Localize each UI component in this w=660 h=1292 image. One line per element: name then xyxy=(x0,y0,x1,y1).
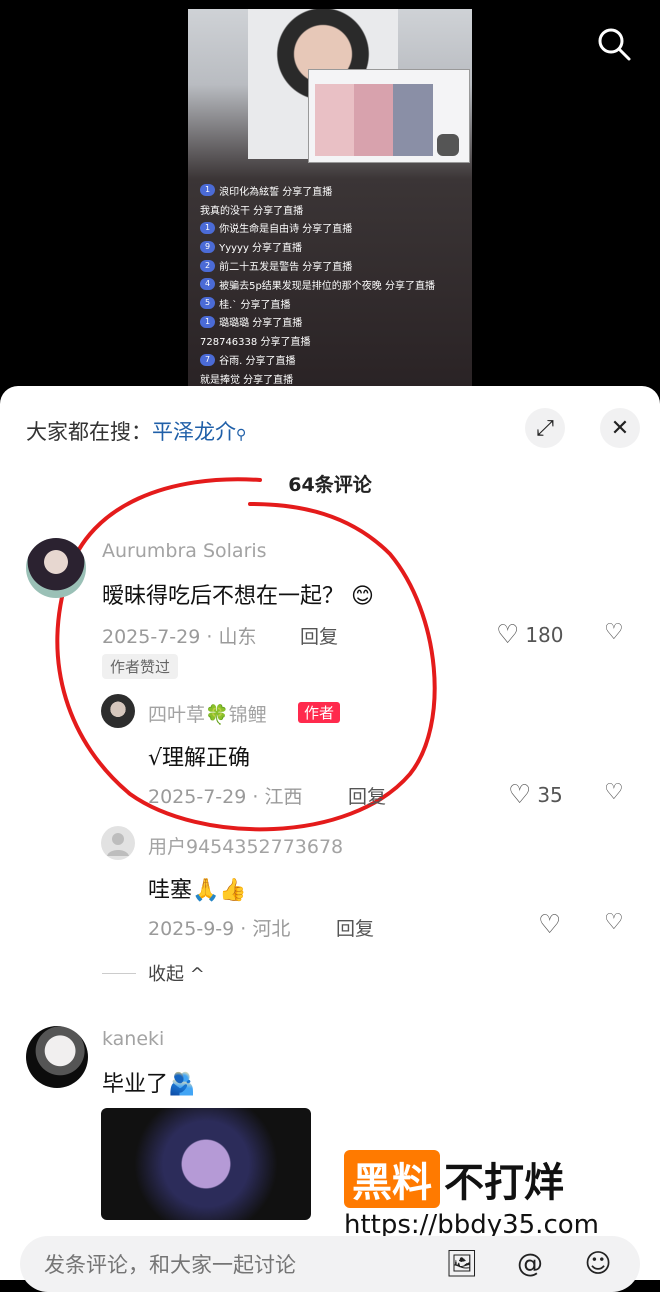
chat-message-text: 你说生命是自由诗 分享了直播 xyxy=(219,224,353,236)
avatar-default[interactable] xyxy=(101,826,135,860)
comment-input-bar[interactable]: 🖼 @ ☺ xyxy=(20,1236,640,1292)
fan-level-badge: 5 xyxy=(200,297,216,310)
dislike-button[interactable]: ♡ xyxy=(604,780,624,805)
chat-message: 4 被骗去5p结果发现是排位的那个夜晚 分享了直播 xyxy=(200,275,470,294)
chat-message-text: 被骗去5p结果发现是排位的那个夜晚 分享了直播 xyxy=(219,280,435,292)
chat-message-text: Yyyyy 分享了直播 xyxy=(219,243,303,255)
like-count: 35 xyxy=(537,783,563,807)
expand-icon: ⤢ xyxy=(536,415,554,441)
screen-share-preview xyxy=(308,69,470,163)
comment-input[interactable] xyxy=(42,1248,426,1282)
reply-date-location: 2025-7-29 · 江西 xyxy=(148,786,303,808)
reply-text: 哇塞🙏👍 xyxy=(148,878,247,903)
chat-message-text: 前二十五发是警告 分享了直播 xyxy=(219,262,353,274)
chat-message-text: 就是捧觉 分享了直播 xyxy=(200,374,294,386)
comment-text: 暧昧得吃后不想在一起？ 😊 xyxy=(102,584,374,609)
collapse-label: 收起 ^ xyxy=(148,964,205,985)
preview-thumbnails xyxy=(315,84,433,156)
watermark: 黑料 不打烊 https://bbdy35.com xyxy=(344,1150,634,1240)
emoji-icon[interactable]: ☺ xyxy=(582,1248,614,1280)
chat-message: 7 谷雨. 分享了直播 xyxy=(200,350,470,369)
live-video-area: 1 浪印化為絃誓 分享了直播 我真的没干 分享了直播 1 你说生命是自由诗 分享了直播 9… xyxy=(0,0,660,400)
reply-text: √理解正确 xyxy=(148,746,251,771)
author-liked-tag: 作者赞过 xyxy=(102,654,179,679)
live-stream-video[interactable]: 1 浪印化為絃誓 分享了直播 我真的没干 分享了直播 1 你说生命是自由诗 分享了直播 9… xyxy=(188,9,472,387)
fan-level-badge: 4 xyxy=(200,278,216,291)
trending-keyword[interactable]: 平泽龙介 xyxy=(152,420,236,444)
close-button[interactable]: ✕ xyxy=(600,408,640,448)
comment-count: 64条评论 xyxy=(288,474,372,496)
user-icon xyxy=(107,833,129,856)
comment-text: 毕业了🫂 xyxy=(102,1072,196,1097)
comment-panel: 大家都在搜：平泽龙介⚲ ⤢ ✕ 64条评论 Aurumbra Solaris 暧… xyxy=(0,386,660,1292)
reply-user-name[interactable]: 用户9454352773678 xyxy=(148,832,343,859)
chat-message: 就是捧觉 分享了直播 xyxy=(200,369,470,387)
image-icon[interactable]: 🖼 xyxy=(446,1248,479,1280)
like-button[interactable]: ♡ xyxy=(538,910,561,940)
reply-button[interactable]: 回复 xyxy=(348,782,386,809)
author-badge: 作者 xyxy=(298,702,341,723)
comment-image[interactable] xyxy=(101,1108,311,1220)
chat-message: 728746338 分享了直播 xyxy=(200,331,470,350)
watermark-dark-text: 不打烊 xyxy=(444,1160,564,1206)
search-small-icon: ⚲ xyxy=(236,427,247,443)
close-icon: ✕ xyxy=(610,415,630,441)
fan-level-badge: 1 xyxy=(200,184,216,197)
fan-level-badge: 2 xyxy=(200,259,216,272)
chat-message-text: 璐璐璐 分享了直播 xyxy=(219,318,303,330)
fan-level-badge: 9 xyxy=(200,240,216,253)
fan-level-badge: 7 xyxy=(200,353,216,366)
chat-message-text: 桂.` 分享了直播 xyxy=(219,299,291,311)
like-button[interactable]: ♡ 180 xyxy=(496,620,564,650)
watermark-orange-text: 黑料 xyxy=(344,1150,440,1208)
avatar-aurumbra[interactable] xyxy=(26,538,86,598)
heart-icon: ♡ xyxy=(496,620,520,650)
heart-icon: ♡ xyxy=(538,910,562,940)
reply-user-name[interactable]: 四叶草🍀锦鲤 xyxy=(148,700,267,727)
dislike-button[interactable]: ♡ xyxy=(604,620,624,645)
chat-message-text: 我真的没干 分享了直播 xyxy=(200,205,304,217)
avatar-sanyecao[interactable] xyxy=(101,694,135,728)
expand-button[interactable]: ⤢ xyxy=(525,408,565,448)
heart-icon: ♡ xyxy=(508,780,532,810)
chat-message: 2 前二十五发是警告 分享了直播 xyxy=(200,256,470,275)
comment-date-location: 2025-7-29 · 山东 xyxy=(102,626,257,648)
fan-level-badge: 1 xyxy=(200,315,216,328)
chat-message: 我真的没干 分享了直播 xyxy=(200,200,470,219)
reply-button[interactable]: 回复 xyxy=(336,914,374,941)
phone-icon xyxy=(437,134,459,156)
search-icon xyxy=(598,28,631,61)
mention-icon[interactable]: @ xyxy=(514,1248,546,1280)
chat-message: 5 桂.` 分享了直播 xyxy=(200,294,470,313)
collapse-replies-button[interactable]: 收起 ^ xyxy=(102,960,205,986)
comment-user-name[interactable]: kaneki xyxy=(102,1028,164,1050)
chat-message-text: 谷雨. 分享了直播 xyxy=(219,356,296,368)
broken-heart-icon: ♡ xyxy=(604,910,624,935)
dislike-button[interactable]: ♡ xyxy=(604,910,624,935)
avatar-kaneki[interactable] xyxy=(26,1026,88,1088)
chat-message: 1 你说生命是自由诗 分享了直播 xyxy=(200,219,470,238)
broken-heart-icon: ♡ xyxy=(604,620,624,645)
like-button[interactable]: ♡ 35 xyxy=(508,780,563,810)
search-button[interactable] xyxy=(594,24,634,64)
comment-user-name[interactable]: Aurumbra Solaris xyxy=(102,540,267,562)
broken-heart-icon: ♡ xyxy=(604,780,624,805)
reply-button[interactable]: 回复 xyxy=(300,622,338,649)
reply-date-location: 2025-9-9 · 河北 xyxy=(148,918,291,940)
fan-level-badge: 1 xyxy=(200,221,216,234)
divider-line xyxy=(102,972,136,974)
chat-message: 1 浪印化為絃誓 分享了直播 xyxy=(200,181,470,200)
live-chat: 1 浪印化為絃誓 分享了直播 我真的没干 分享了直播 1 你说生命是自由诗 分享了直播 9… xyxy=(200,181,470,387)
chat-message-text: 728746338 分享了直播 xyxy=(200,337,311,349)
chat-message: 9 Yyyyy 分享了直播 xyxy=(200,237,470,256)
chat-message: 1 璐璐璐 分享了直播 xyxy=(200,313,470,332)
trending-label: 大家都在搜： xyxy=(26,420,152,444)
like-count: 180 xyxy=(525,623,564,647)
trending-search[interactable]: 大家都在搜：平泽龙介⚲ xyxy=(26,416,246,446)
chat-message-text: 浪印化為絃誓 分享了直播 xyxy=(219,186,333,198)
